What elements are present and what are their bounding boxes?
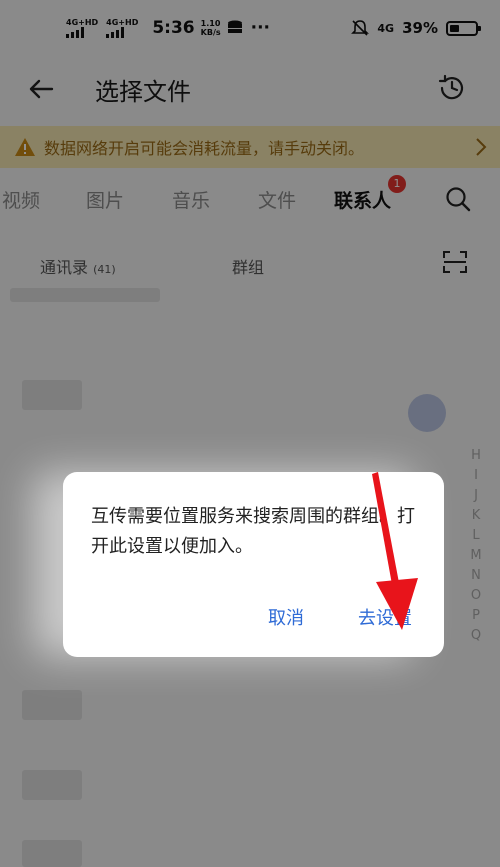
annotation-arrow-icon xyxy=(372,472,418,630)
modal-overlay[interactable] xyxy=(0,0,500,867)
cancel-button[interactable]: 取消 xyxy=(268,604,304,630)
